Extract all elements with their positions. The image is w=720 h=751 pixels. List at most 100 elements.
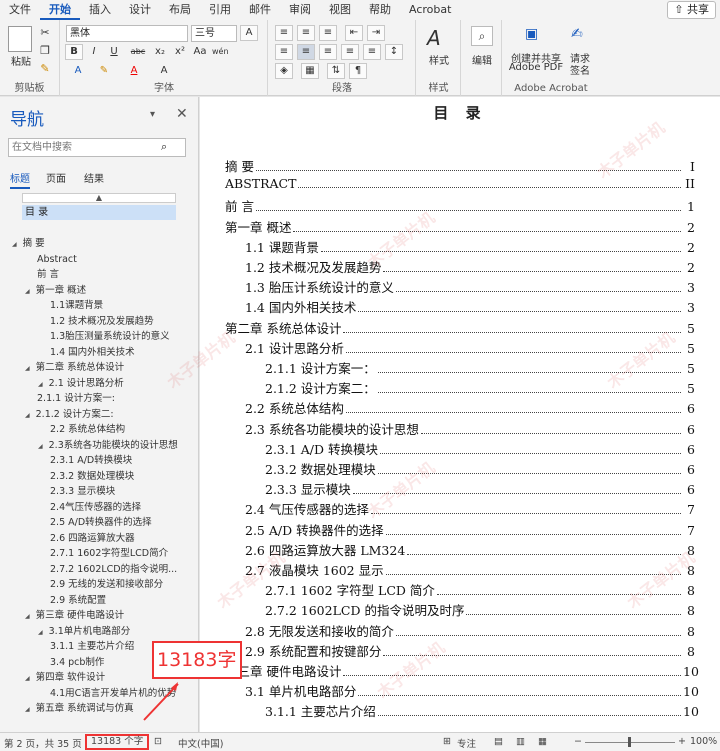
zoom-out-button[interactable]: −: [574, 736, 582, 747]
expand-caret-icon[interactable]: ◢: [25, 706, 30, 713]
close-icon[interactable]: ✕: [176, 106, 188, 122]
toc-entry[interactable]: 2.3.1 A/D 转换模块 6: [265, 439, 695, 457]
decrease-indent-icon[interactable]: ⇤: [345, 25, 363, 41]
toc-entry[interactable]: 2.4 气压传感器的选择 7: [245, 499, 695, 517]
copy-icon[interactable]: ❐: [38, 44, 52, 57]
nav-heading-item[interactable]: 前 言: [25, 268, 59, 282]
expand-caret-icon[interactable]: ◢: [38, 381, 43, 388]
nav-heading-item[interactable]: 2.4气压传感器的选择: [38, 501, 141, 515]
page-count[interactable]: 第 2 页，共 35 页: [4, 736, 82, 750]
nav-heading-item[interactable]: ◢ 3.1单片机电路部分: [38, 625, 130, 640]
subscript-button[interactable]: x₂: [151, 44, 169, 60]
expand-caret-icon[interactable]: ◢: [38, 629, 43, 636]
nav-selected-heading[interactable]: 目 录: [22, 205, 176, 220]
toc-entry[interactable]: 2.2 系统总体结构 6: [245, 398, 695, 416]
nav-heading-item[interactable]: ◢ 2.3系统各功能模块的设计思想: [38, 439, 178, 454]
search-icon[interactable]: ⌕: [161, 140, 167, 154]
tab-view[interactable]: 视图: [320, 0, 360, 20]
nav-heading-item[interactable]: ◢ 第二章 系统总体设计: [25, 361, 124, 376]
tab-review[interactable]: 审阅: [280, 0, 320, 20]
grow-font-button[interactable]: A: [240, 25, 258, 41]
distributed-icon[interactable]: ≡: [363, 44, 381, 60]
strikethrough-button[interactable]: abc: [127, 44, 149, 60]
paste-button[interactable]: 粘贴: [6, 53, 36, 68]
font-name-select[interactable]: 黑体: [66, 25, 188, 42]
nav-heading-item[interactable]: ◢ 摘 要: [12, 237, 45, 252]
web-layout-icon[interactable]: ▦: [538, 736, 547, 747]
toc-entry[interactable]: 第一章 概述 2: [225, 217, 695, 235]
change-case-button[interactable]: Aa: [191, 44, 209, 60]
styles-button[interactable]: 样式: [421, 52, 457, 67]
tab-pages[interactable]: 页面: [46, 170, 66, 185]
shading-icon[interactable]: ◈: [275, 63, 293, 79]
expand-caret-icon[interactable]: ◢: [25, 675, 30, 682]
nav-options-icon[interactable]: ▾: [150, 109, 155, 120]
numbering-icon[interactable]: ≡: [297, 25, 315, 41]
toc-entry[interactable]: 第二章 系统总体设计 5: [225, 318, 695, 336]
nav-heading-item[interactable]: ◢ 第四章 软件设计: [25, 671, 105, 686]
align-center-icon[interactable]: ≡: [297, 44, 315, 60]
expand-caret-icon[interactable]: ◢: [25, 288, 30, 295]
tab-acrobat[interactable]: Acrobat: [400, 0, 460, 20]
share-button[interactable]: ⇧ 共享: [667, 1, 716, 19]
expand-caret-icon[interactable]: ◢: [25, 365, 30, 372]
expand-caret-icon[interactable]: ◢: [25, 412, 30, 419]
expand-caret-icon[interactable]: ◢: [38, 443, 43, 450]
superscript-button[interactable]: x²: [171, 44, 189, 60]
nav-heading-item[interactable]: ◢ 2.1.2 设计方案二:: [25, 408, 114, 423]
word-count[interactable]: 13183 个字: [85, 734, 150, 750]
nav-heading-item[interactable]: 2.1.1 设计方案一:: [25, 392, 115, 406]
focus-label[interactable]: 专注: [457, 736, 476, 750]
toc-entry[interactable]: 前 言 1: [225, 196, 695, 214]
tab-file[interactable]: 文件: [0, 0, 40, 20]
scroll-up-icon[interactable]: ▲: [22, 193, 176, 203]
underline-button[interactable]: U: [105, 44, 123, 60]
read-mode-icon[interactable]: ▤: [494, 736, 503, 747]
toc-entry[interactable]: 2.5 A/D 转换器件的选择 7: [245, 520, 695, 538]
bold-button[interactable]: B: [65, 44, 83, 60]
tab-layout[interactable]: 布局: [160, 0, 200, 20]
tab-home[interactable]: 开始: [40, 0, 80, 20]
toc-entry[interactable]: 1.2 技术概况及发展趋势 2: [245, 257, 695, 275]
borders-icon[interactable]: ▦: [301, 63, 319, 79]
nav-heading-item[interactable]: ◢ 第五章 系统调试与仿真: [25, 702, 134, 717]
nav-heading-item[interactable]: 3.1.1 主要芯片介绍: [38, 640, 134, 654]
toc-entry[interactable]: 3.1.1 主要芯片介绍 10: [265, 701, 699, 719]
nav-heading-item[interactable]: 2.2 系统总体结构: [38, 423, 125, 437]
text-effects-icon[interactable]: A: [69, 63, 87, 79]
nav-heading-item[interactable]: 2.5 A/D转换器件的选择: [38, 516, 152, 530]
line-spacing-icon[interactable]: ↕: [385, 44, 403, 60]
toc-entry[interactable]: 1.4 国内外相关技术 3: [245, 297, 695, 315]
styles-icon[interactable]: A: [427, 26, 441, 50]
show-marks-icon[interactable]: ¶: [349, 63, 367, 79]
nav-heading-item[interactable]: 1.2 技术概况及发展趋势: [38, 315, 154, 329]
toc-entry[interactable]: 1.1 课题背景 2: [245, 237, 695, 255]
zoom-in-button[interactable]: +: [678, 736, 686, 747]
cut-icon[interactable]: ✂: [38, 26, 52, 39]
nav-search-input[interactable]: 在文档中搜索: [8, 138, 186, 157]
edit-button[interactable]: 编辑: [464, 52, 500, 67]
document-page[interactable]: 目 录 摘 要 I ABSTRACT II 前 言 1 第一章 概述 2 1.1 课题背景 2 1.…: [164, 97, 720, 732]
zoom-slider-thumb[interactable]: [628, 737, 631, 747]
expand-caret-icon[interactable]: ◢: [25, 613, 30, 620]
tab-headings[interactable]: 标题: [10, 170, 30, 189]
proofing-icon[interactable]: ⊡: [154, 736, 162, 747]
nav-heading-item[interactable]: 1.1课题背景: [38, 299, 103, 313]
justify-icon[interactable]: ≡: [341, 44, 359, 60]
toc-entry[interactable]: ABSTRACT II: [225, 176, 695, 194]
language-label[interactable]: 中文(中国): [178, 736, 223, 750]
tab-help[interactable]: 帮助: [360, 0, 400, 20]
nav-heading-item[interactable]: 2.7.2 1602LCD的指令说明...: [38, 563, 177, 577]
sign-icon[interactable]: ✍: [571, 26, 583, 42]
nav-heading-item[interactable]: ◢ 第三章 硬件电路设计: [25, 609, 124, 624]
char-shading-button[interactable]: A: [155, 63, 173, 79]
nav-heading-item[interactable]: 1.3胎压测量系统设计的意义: [38, 330, 170, 344]
phonetic-guide-button[interactable]: wén: [211, 44, 229, 60]
toc-entry[interactable]: 2.3 系统各功能模块的设计思想 6: [245, 419, 695, 437]
print-layout-icon[interactable]: ▥: [516, 736, 525, 747]
nav-heading-item[interactable]: 2.3.1 A/D转换模块: [38, 454, 132, 468]
nav-heading-item[interactable]: 1.4 国内外相关技术: [38, 346, 135, 360]
tab-insert[interactable]: 插入: [80, 0, 120, 20]
toc-entry[interactable]: 3.1 单片机电路部分 10: [245, 681, 699, 699]
tab-references[interactable]: 引用: [200, 0, 240, 20]
